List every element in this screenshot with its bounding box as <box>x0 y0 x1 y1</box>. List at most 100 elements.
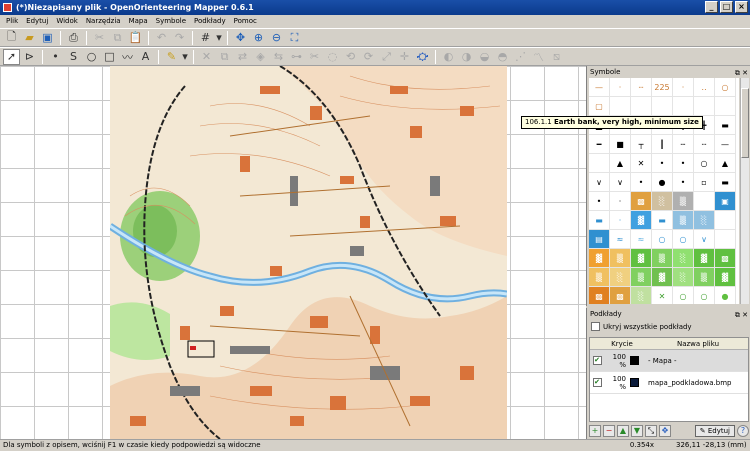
symbol-cell[interactable]: ○ <box>673 230 694 249</box>
symbol-cell[interactable]: ≈ <box>631 230 652 249</box>
symbol-cell[interactable]: ▩ <box>715 249 736 268</box>
menu-file[interactable]: Plik <box>2 15 22 28</box>
grid-menu-icon[interactable]: ▾ <box>215 30 223 46</box>
symbol-cell[interactable]: ▒ <box>673 192 694 211</box>
symbol-cell[interactable]: ░ <box>673 249 694 268</box>
table-row[interactable]: ✔ 100 % mapa_podkladowa.bmp <box>590 372 748 394</box>
convert-curves-icon[interactable]: ⋰ <box>512 49 529 65</box>
symbol-cell[interactable]: ╌ <box>673 135 694 154</box>
rotate-icon[interactable]: ⟲ <box>342 49 359 65</box>
symbol-cell[interactable] <box>589 154 610 173</box>
symbol-cell[interactable]: ┄ <box>631 78 652 97</box>
symbol-cell[interactable] <box>715 97 736 116</box>
add-template-icon[interactable]: + <box>589 425 601 437</box>
symbol-cell[interactable]: ○ <box>715 78 736 97</box>
georef-icon[interactable]: ⛮ <box>414 49 431 65</box>
edit-line-icon[interactable]: ⊳ <box>21 49 38 65</box>
boolean-diff-icon[interactable]: ◒ <box>476 49 493 65</box>
switch-dash-icon[interactable]: ⇆ <box>270 49 287 65</box>
symbol-cell[interactable]: ▓ <box>652 268 673 287</box>
boolean-xor-icon[interactable]: ◓ <box>494 49 511 65</box>
visibility-checkbox[interactable]: ✔ <box>592 356 602 365</box>
remove-template-icon[interactable]: − <box>603 425 615 437</box>
scale-icon[interactable]: ⤢ <box>378 49 395 65</box>
symbol-cell[interactable]: ▩ <box>610 287 631 304</box>
opacity-value[interactable]: 100 % <box>604 375 630 391</box>
draw-text-icon[interactable]: A <box>137 49 154 65</box>
pan-icon[interactable]: ✥ <box>232 30 249 46</box>
symbol-cell[interactable]: • <box>673 154 694 173</box>
symbol-cell[interactable]: ■ <box>610 135 631 154</box>
symbol-cell[interactable]: ∨ <box>589 173 610 192</box>
georeference-icon[interactable]: ⤡ <box>645 425 657 437</box>
symbol-cell[interactable]: ○ <box>652 230 673 249</box>
symbol-cell[interactable]: ≈ <box>610 230 631 249</box>
symbol-cell[interactable]: ▒ <box>610 249 631 268</box>
measure-icon[interactable]: ✛ <box>396 49 413 65</box>
save-icon[interactable]: ▣ <box>39 30 56 46</box>
symbol-cell[interactable]: ▒ <box>631 268 652 287</box>
draw-point-icon[interactable]: • <box>47 49 64 65</box>
maximize-button[interactable]: □ <box>720 1 733 13</box>
symbol-cell[interactable]: ‥ <box>694 78 715 97</box>
symbol-cell[interactable]: ░ <box>631 287 652 304</box>
symbol-cell[interactable]: ▣ <box>715 192 736 211</box>
symbol-cell[interactable]: ▬ <box>715 116 736 135</box>
symbol-cell[interactable] <box>631 97 652 116</box>
draw-path-icon[interactable]: S <box>65 49 82 65</box>
symbol-cell[interactable]: — <box>715 135 736 154</box>
connect-paths-icon[interactable]: ⊶ <box>288 49 305 65</box>
cut-hole-icon[interactable]: ◌ <box>324 49 341 65</box>
symbol-cell[interactable]: · <box>610 192 631 211</box>
symbol-cell[interactable]: ▬ <box>589 211 610 230</box>
draw-rectangle-icon[interactable]: □ <box>101 49 118 65</box>
symbol-cell[interactable]: ● <box>652 173 673 192</box>
symbol-cell[interactable]: ┄ <box>694 135 715 154</box>
fit-view-icon[interactable]: ⛶ <box>286 30 303 46</box>
menu-map[interactable]: Mapa <box>125 15 152 28</box>
symbol-cell[interactable]: • <box>652 154 673 173</box>
copy-icon[interactable]: ⧉ <box>109 30 126 46</box>
paint-icon[interactable]: ✎ <box>163 49 180 65</box>
symbol-cell[interactable]: ▤ <box>589 230 610 249</box>
menu-view[interactable]: Widok <box>52 15 82 28</box>
symbol-cell[interactable]: ∨ <box>694 230 715 249</box>
symbol-cell[interactable]: ▒ <box>589 268 610 287</box>
hide-all-templates-checkbox[interactable]: Ukryj wszystkie podkłady <box>591 322 692 331</box>
symbol-cell[interactable]: ▒ <box>652 249 673 268</box>
symbol-cell[interactable] <box>694 97 715 116</box>
menu-templates[interactable]: Podkłady <box>190 15 230 28</box>
opacity-value[interactable]: 100 % <box>604 353 630 369</box>
symbol-cell[interactable]: ▬ <box>652 211 673 230</box>
cut-icon[interactable]: ✂ <box>91 30 108 46</box>
symbol-cell[interactable]: ━ <box>589 135 610 154</box>
new-file-icon[interactable]: 🗋 <box>3 30 20 46</box>
symbol-cell[interactable]: ▓ <box>694 249 715 268</box>
symbol-cell[interactable]: ▲ <box>715 154 736 173</box>
symbol-cell[interactable]: ▓ <box>715 268 736 287</box>
symbol-cell[interactable]: ░ <box>652 192 673 211</box>
symbol-cell[interactable]: ▫ <box>694 173 715 192</box>
symbol-cell[interactable]: ▲ <box>610 154 631 173</box>
symbol-cell[interactable] <box>715 230 736 249</box>
symbol-cell[interactable]: ▒ <box>694 268 715 287</box>
symbol-cell[interactable]: • <box>589 192 610 211</box>
cutout-icon[interactable]: ⧅ <box>548 49 565 65</box>
map-canvas[interactable] <box>0 66 586 439</box>
dock-float-close-icon[interactable]: ⧉ ✕ <box>735 309 748 321</box>
move-down-icon[interactable]: ▼ <box>631 425 643 437</box>
symbol-cell[interactable]: • <box>673 173 694 192</box>
boolean-union-icon[interactable]: ◐ <box>440 49 457 65</box>
symbol-cell[interactable]: ▓ <box>631 211 652 230</box>
menu-edit[interactable]: Edytuj <box>22 15 52 28</box>
simplify-path-icon[interactable]: 〽 <box>530 49 547 65</box>
symbol-cell[interactable]: ▢ <box>589 97 610 116</box>
fill-border-icon[interactable]: ◈ <box>252 49 269 65</box>
symbol-cell[interactable] <box>652 97 673 116</box>
redo-icon[interactable]: ↷ <box>171 30 188 46</box>
symbol-cell[interactable]: 225 <box>652 78 673 97</box>
cut-tool-icon[interactable]: ✂ <box>306 49 323 65</box>
menu-tools[interactable]: Narzędzia <box>82 15 125 28</box>
symbol-cell[interactable]: ▩ <box>589 287 610 304</box>
symbol-cell[interactable] <box>610 97 631 116</box>
